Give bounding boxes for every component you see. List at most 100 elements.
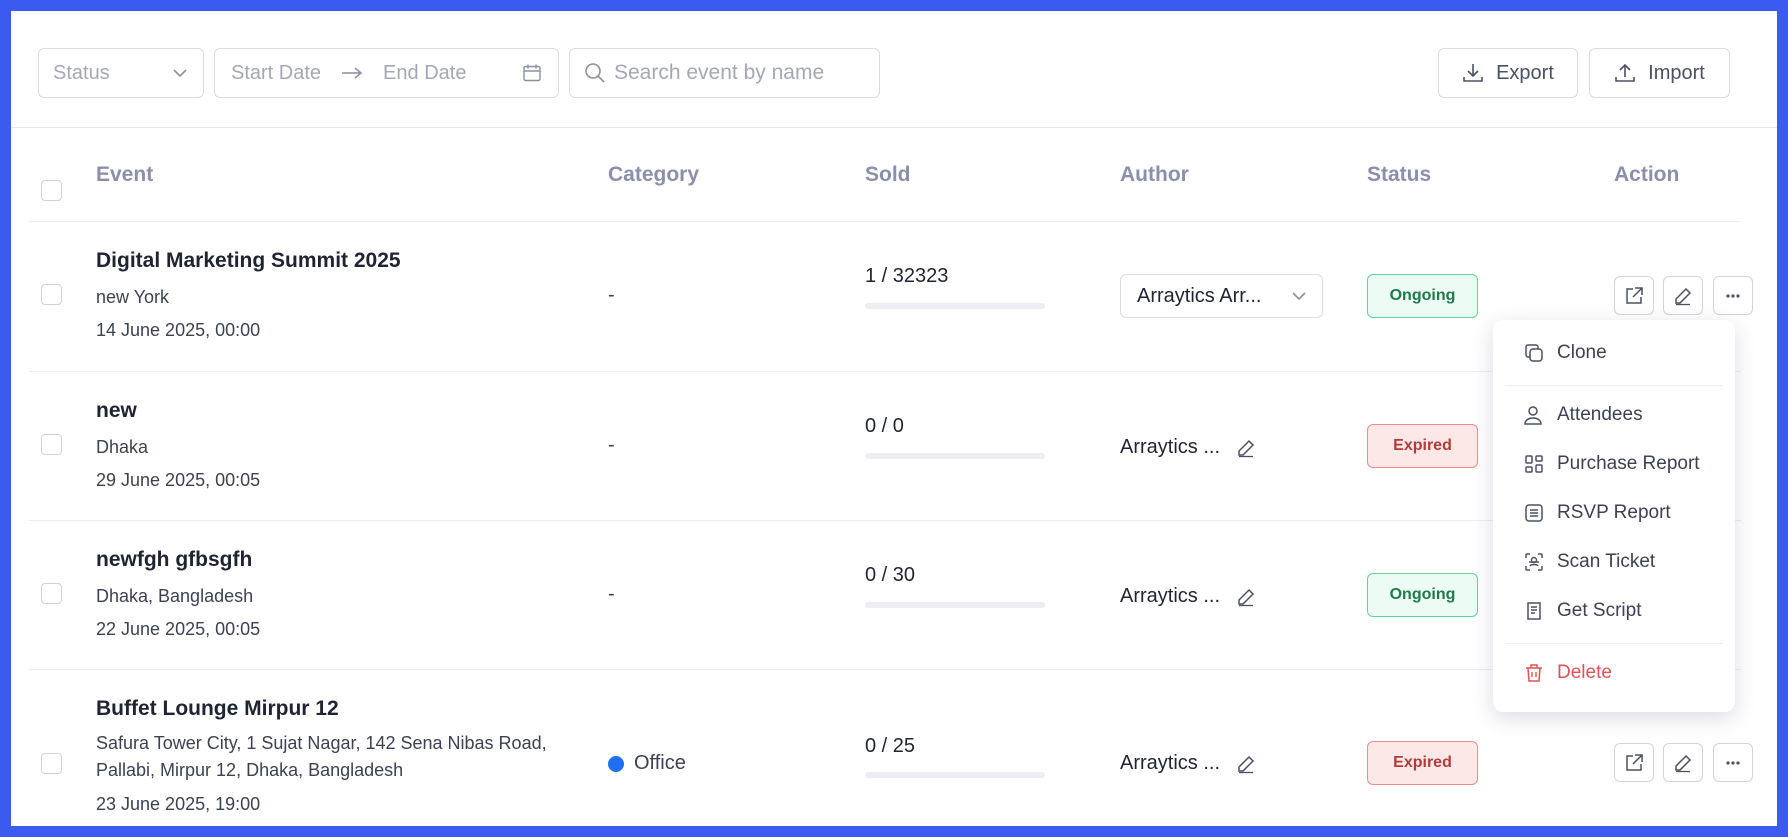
category-text: - [608, 434, 615, 456]
event-date: 14 June 2025, 00:00 [96, 320, 261, 340]
script-icon [1523, 600, 1545, 622]
table-row: newfgh gfbsgfh Dhaka, Bangladesh 22 June… [29, 521, 1741, 670]
column-header-category[interactable]: Category [608, 129, 699, 221]
menu-item-purchase-report[interactable]: Purchase Report [1505, 444, 1723, 484]
upload-icon [1614, 62, 1636, 84]
menu-item-get-script[interactable]: Get Script [1505, 591, 1723, 631]
calendar-icon [522, 63, 542, 83]
author-select[interactable]: Arraytics Arr... [1120, 274, 1323, 318]
event-category: - [608, 583, 615, 606]
import-button[interactable]: Import [1589, 48, 1730, 98]
event-title[interactable]: newfgh gfbsgfh [96, 548, 252, 572]
category-color-dot [608, 755, 624, 772]
more-actions-button[interactable] [1713, 276, 1753, 315]
menu-item-label: Delete [1557, 662, 1612, 683]
menu-item-attendees[interactable]: Attendees [1505, 395, 1723, 435]
chevron-down-icon [171, 64, 189, 82]
search-input[interactable] [614, 61, 864, 85]
column-header-action: Action [1614, 163, 1680, 186]
import-label: Import [1648, 61, 1705, 84]
more-icon [1723, 753, 1743, 773]
event-date: 29 June 2025, 00:05 [96, 470, 261, 490]
event-location: Dhaka [96, 437, 149, 457]
event-title[interactable]: new [96, 399, 137, 423]
pencil-icon[interactable] [1236, 754, 1256, 774]
edit-event-button[interactable] [1663, 743, 1703, 782]
status-badge: Expired [1367, 424, 1478, 468]
download-icon [1462, 62, 1484, 84]
row-checkbox[interactable] [41, 583, 62, 604]
pencil-icon [1673, 753, 1693, 773]
menu-item-rsvp-report[interactable]: RSVP Report [1505, 493, 1723, 533]
sold-count: 0 / 30 [865, 564, 916, 586]
table-row: new Dhaka 29 June 2025, 00:05 - 0 / 0 Ar… [29, 372, 1741, 521]
author-name: Arraytics Arr... [1137, 284, 1262, 307]
status-filter-placeholder: Status [53, 61, 110, 84]
user-icon [1523, 404, 1545, 426]
category-text: - [608, 583, 615, 605]
export-button[interactable]: Export [1438, 48, 1578, 98]
event-category: - [608, 434, 615, 457]
pencil-icon[interactable] [1236, 587, 1256, 607]
list-icon [1523, 502, 1545, 524]
author-name: Arraytics ... [1120, 436, 1221, 458]
event-title[interactable]: Digital Marketing Summit 2025 [96, 249, 401, 273]
row-checkbox[interactable] [41, 434, 62, 455]
table-row: Digital Marketing Summit 2025 new York 1… [29, 222, 1753, 372]
menu-item-delete[interactable]: Delete [1505, 653, 1723, 693]
start-date-placeholder: Start Date [231, 61, 322, 84]
menu-item-label: Purchase Report [1557, 453, 1700, 474]
sold-progress-bar [865, 772, 1045, 778]
menu-item-label: Attendees [1557, 404, 1643, 425]
event-date: 23 June 2025, 19:00 [96, 794, 261, 814]
events-panel: Status Start Date End Date Search event … [11, 11, 1777, 826]
column-header-status[interactable]: Status [1367, 129, 1431, 221]
select-all-checkbox[interactable] [41, 180, 62, 201]
menu-divider [1505, 385, 1723, 386]
event-location: Dhaka, Bangladesh [96, 586, 254, 606]
column-header-event[interactable]: Event [96, 129, 153, 221]
status-filter-select[interactable]: Status [38, 48, 204, 98]
grid-icon [1523, 453, 1545, 475]
search-field[interactable] [569, 48, 880, 98]
event-category: - [608, 284, 615, 307]
category-text: Office [634, 752, 686, 774]
pencil-icon [1673, 286, 1693, 306]
author-field: Arraytics ... [1120, 585, 1256, 608]
menu-item-clone[interactable]: Clone [1505, 333, 1723, 373]
column-header-sold[interactable]: Sold [865, 129, 911, 221]
sold-count: 0 / 25 [865, 735, 916, 757]
menu-item-scan-ticket[interactable]: Scan Ticket [1505, 542, 1723, 582]
menu-item-label: Get Script [1557, 600, 1642, 621]
status-badge: Ongoing [1367, 573, 1478, 617]
menu-divider [1505, 643, 1723, 644]
more-actions-button[interactable] [1713, 743, 1753, 782]
row-checkbox[interactable] [41, 753, 62, 774]
edit-event-button[interactable] [1663, 276, 1703, 315]
sold-count: 0 / 0 [865, 415, 904, 437]
more-icon [1723, 286, 1743, 306]
trash-icon [1523, 662, 1545, 684]
event-location: new York [96, 287, 170, 307]
date-range-picker[interactable]: Start Date End Date [214, 48, 559, 98]
sold-progress-bar [865, 453, 1045, 459]
menu-item-label: Scan Ticket [1557, 551, 1656, 572]
export-label: Export [1496, 61, 1554, 84]
event-title[interactable]: Buffet Lounge Mirpur 12 [96, 697, 339, 721]
chevron-down-icon [1290, 287, 1308, 305]
search-icon [584, 62, 606, 84]
event-category: Office [608, 752, 686, 775]
arrow-right-icon [341, 66, 363, 80]
view-event-button[interactable] [1614, 276, 1654, 315]
sold-progress-bar [865, 602, 1045, 608]
scan-icon [1523, 551, 1545, 573]
view-event-button[interactable] [1614, 743, 1654, 782]
event-date: 22 June 2025, 00:05 [96, 619, 261, 639]
author-field: Arraytics ... [1120, 752, 1256, 775]
author-name: Arraytics ... [1120, 585, 1221, 607]
external-link-icon [1624, 286, 1644, 306]
table-header: Event Category Sold Author Status Action [29, 129, 1741, 222]
pencil-icon[interactable] [1236, 438, 1256, 458]
row-checkbox[interactable] [41, 284, 62, 305]
column-header-author[interactable]: Author [1120, 129, 1189, 221]
